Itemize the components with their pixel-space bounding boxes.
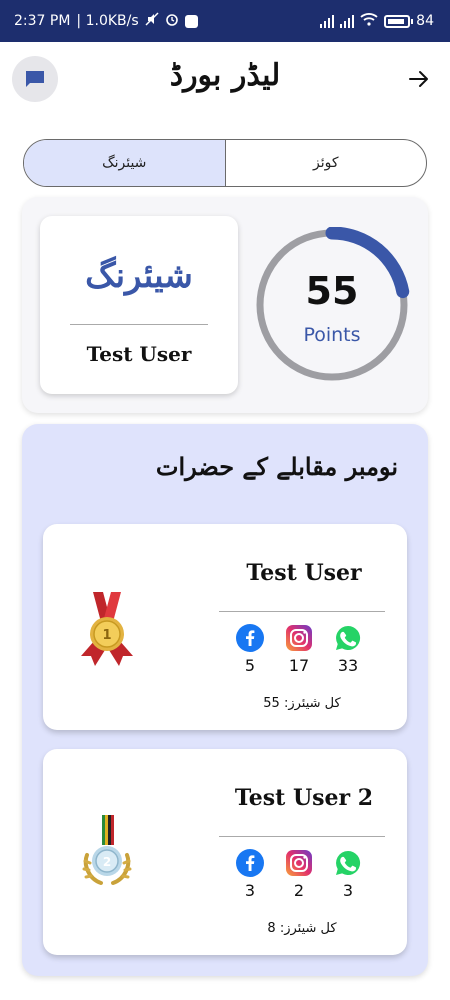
facebook-icon [236, 849, 264, 877]
winners-panel: نومبر مقابلے کے حضرات 1 Test User 5 17 3… [22, 424, 428, 976]
signal-icon [320, 14, 335, 28]
instagram-share: 2 [282, 849, 316, 900]
status-speed: | 1.0KB/s [76, 13, 139, 29]
total-shares: کل شیئرز: 8 [219, 921, 385, 936]
total-shares: کل شیئرز: 55 [219, 696, 385, 711]
total-label: کل شیئرز: [283, 696, 341, 711]
battery-icon [384, 14, 414, 28]
score-user-name: Test User [86, 342, 192, 366]
arrow-right-icon [409, 71, 428, 87]
whatsapp-count: 33 [337, 656, 359, 675]
total-label: کل شیئرز: [279, 921, 337, 936]
tab-sharing[interactable]: شیئرنگ [24, 140, 226, 186]
points-ring: 55 Points [253, 226, 411, 384]
instagram-count: 17 [288, 656, 310, 675]
chat-icon [26, 71, 44, 87]
divider [70, 324, 208, 325]
winner-card: 2 Test User 2 3 2 3 کل شیئرز: 8 [43, 749, 407, 955]
forward-button[interactable] [404, 64, 434, 94]
battery-level: 84 [416, 13, 434, 29]
social-counts: 3 2 3 [233, 849, 365, 900]
page-title: لیڈر بورڈ [169, 58, 281, 93]
wifi-icon [360, 12, 378, 30]
facebook-count: 5 [244, 656, 256, 675]
status-bar: 2:37 PM | 1.0KB/s 84 [0, 0, 450, 42]
notification-icon [184, 14, 198, 28]
points-label: Points [303, 324, 361, 346]
divider [219, 836, 385, 837]
total-value: 8 [267, 921, 276, 936]
status-right: 84 [320, 12, 434, 30]
facebook-icon [236, 624, 264, 652]
whatsapp-share: 3 [331, 849, 365, 900]
user-score-card: شیئرنگ Test User [40, 216, 238, 394]
divider [219, 611, 385, 612]
whatsapp-icon [336, 625, 361, 650]
alarm-icon [165, 12, 179, 30]
chat-button[interactable] [12, 56, 58, 102]
medal-rank: 2 [103, 855, 111, 869]
whatsapp-count: 3 [342, 881, 354, 900]
instagram-share: 17 [282, 624, 316, 675]
tab-quiz[interactable]: کوئز [226, 140, 427, 186]
silver-medal-icon: 2 [82, 815, 132, 885]
whatsapp-share: 33 [331, 624, 365, 675]
instagram-icon [286, 850, 312, 876]
mute-icon [145, 12, 159, 30]
facebook-share: 3 [233, 849, 267, 900]
signal-icon [340, 14, 355, 28]
score-panel: شیئرنگ Test User 55 Points [22, 197, 428, 413]
total-value: 55 [263, 696, 280, 711]
category-toggle: شیئرنگ کوئز [23, 139, 427, 187]
medal-rank: 1 [102, 628, 111, 643]
instagram-count: 2 [293, 881, 305, 900]
social-counts: 5 17 33 [233, 624, 365, 675]
instagram-icon [286, 625, 312, 651]
facebook-share: 5 [233, 624, 267, 675]
winner-card: 1 Test User 5 17 33 کل شیئرز: 55 [43, 524, 407, 730]
whatsapp-icon [336, 850, 361, 875]
score-category: شیئرنگ [85, 256, 193, 296]
winner-name: Test User 2 [234, 785, 374, 811]
points-value: 55 [305, 269, 359, 313]
status-time: 2:37 PM [14, 13, 71, 29]
winners-title: نومبر مقابلے کے حضرات [155, 452, 398, 481]
status-left: 2:37 PM | 1.0KB/s [14, 12, 198, 30]
facebook-count: 3 [244, 881, 256, 900]
winner-name: Test User [246, 560, 362, 586]
gold-medal-icon: 1 [81, 592, 133, 666]
